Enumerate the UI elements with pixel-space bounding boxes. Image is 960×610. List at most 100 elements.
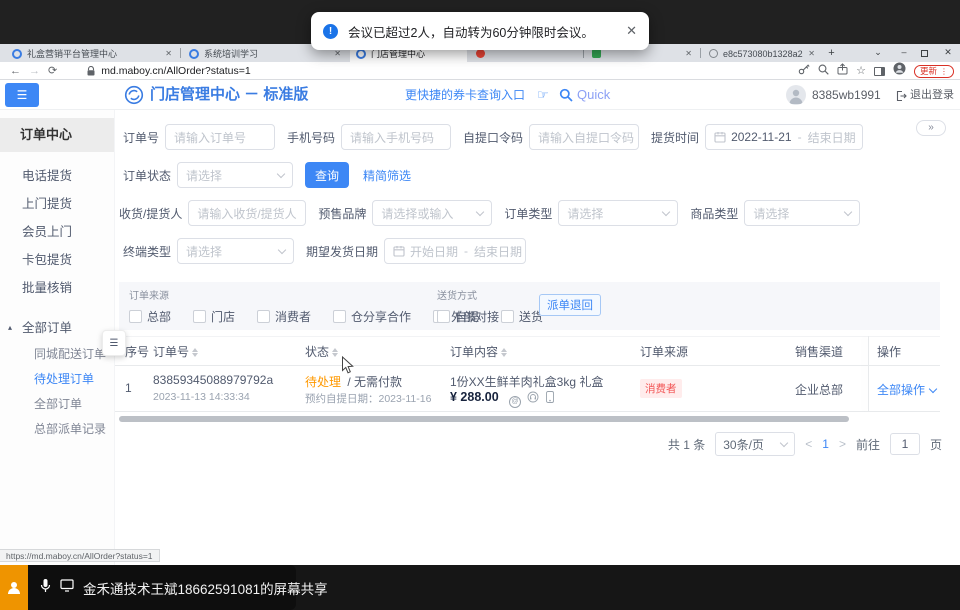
chrome-update-button[interactable]: 更新 ⋮ bbox=[914, 65, 954, 78]
row-action-dropdown[interactable]: 全部操作 bbox=[877, 381, 936, 398]
forward-icon[interactable]: → bbox=[29, 65, 40, 77]
sidebar-item-hq-dispatch-log[interactable]: 总部派单记录 bbox=[0, 417, 114, 442]
page-size-select[interactable]: 30条/页 bbox=[715, 432, 795, 456]
sidebar-collapse-handle[interactable]: ☰ bbox=[102, 330, 126, 356]
new-tab-button[interactable]: + bbox=[824, 46, 839, 61]
placeholder-text: 请输入订单号 bbox=[174, 129, 246, 146]
col-status[interactable]: 状态 bbox=[305, 337, 338, 367]
sort-icon[interactable] bbox=[332, 348, 338, 357]
side-panel-icon[interactable] bbox=[874, 67, 885, 76]
checkbox-source-store[interactable]: 门店 bbox=[193, 308, 235, 325]
dispatch-return-button[interactable]: 派单退回 bbox=[539, 294, 601, 316]
site-favicon bbox=[356, 49, 366, 59]
receiver-input[interactable]: 请输入收货/提货人 bbox=[188, 200, 306, 226]
tab-close-icon[interactable]: ✕ bbox=[808, 49, 815, 58]
username-text[interactable]: 8385wb1991 bbox=[812, 80, 881, 110]
checkbox-source-hq[interactable]: 总部 bbox=[129, 308, 171, 325]
tab-close-icon[interactable]: ✕ bbox=[165, 49, 172, 58]
sidebar-group-all-orders[interactable]: ▴ 全部订单 bbox=[0, 314, 114, 342]
checkbox-icon[interactable] bbox=[333, 310, 346, 323]
logout-button[interactable]: 退出登录 bbox=[910, 80, 954, 110]
page-unit-label: 页 bbox=[930, 436, 942, 453]
meeting-toast: ! 会议已超过2人，自动转为60分钟限时会议。 ✕ bbox=[311, 12, 649, 50]
current-page[interactable]: 1 bbox=[822, 437, 829, 451]
quick-label[interactable]: Quick bbox=[577, 80, 610, 110]
menu-toggle-button[interactable]: ☰ bbox=[5, 83, 39, 107]
checkbox-icon[interactable] bbox=[437, 310, 450, 323]
key-icon[interactable] bbox=[798, 62, 810, 80]
window-minimize-button[interactable]: – bbox=[894, 44, 914, 62]
checkbox-icon[interactable] bbox=[257, 310, 270, 323]
reload-icon[interactable]: ⟳ bbox=[48, 64, 57, 77]
goods-type-select[interactable]: 请选择 bbox=[744, 200, 860, 226]
pickup-time-range-input[interactable]: 2022-11-21 - 结束日期 bbox=[705, 124, 863, 150]
col-source: 订单来源 bbox=[640, 337, 688, 367]
user-avatar[interactable] bbox=[786, 85, 806, 105]
horizontal-scrollbar[interactable] bbox=[119, 416, 849, 422]
sidebar-item-city-delivery[interactable]: 同城配送订单 bbox=[0, 342, 114, 367]
sort-icon[interactable] bbox=[501, 348, 507, 357]
zoom-icon[interactable] bbox=[818, 62, 829, 80]
next-page-icon[interactable]: > bbox=[839, 437, 846, 451]
toast-close-icon[interactable]: ✕ bbox=[626, 23, 637, 39]
sidebar-item-phone-pickup[interactable]: 电话提货 bbox=[0, 162, 114, 190]
lock-icon[interactable] bbox=[87, 66, 95, 76]
browser-tab-6[interactable]: e8c573080b1328a258fd2e6 ✕ bbox=[703, 45, 821, 62]
checkbox-icon[interactable] bbox=[501, 310, 514, 323]
logout-icon[interactable] bbox=[895, 89, 907, 107]
col-order-no[interactable]: 订单号 bbox=[153, 337, 198, 367]
sidebar-item-pending-orders[interactable]: 待处理订单 bbox=[0, 367, 114, 392]
order-type-select[interactable]: 请选择 bbox=[558, 200, 678, 226]
share-icon[interactable] bbox=[837, 62, 848, 80]
quick-entry-link[interactable]: 更快捷的券卡查询入口 bbox=[405, 80, 525, 110]
checkbox-source-warehouse-share[interactable]: 仓分享合作 bbox=[333, 308, 411, 325]
sidebar-item-door-pickup[interactable]: 上门提货 bbox=[0, 190, 114, 218]
sort-icon[interactable] bbox=[192, 348, 198, 357]
bookmark-star-icon[interactable]: ☆ bbox=[856, 66, 866, 76]
url-text[interactable]: md.maboy.cn/AllOrder?status=1 bbox=[101, 65, 251, 77]
order-status-select[interactable]: 请选择 bbox=[177, 162, 293, 188]
participant-icon[interactable] bbox=[0, 565, 28, 610]
tab-close-icon[interactable]: ✕ bbox=[334, 49, 341, 58]
window-close-button[interactable]: ✕ bbox=[938, 44, 958, 62]
checkbox-source-consumer[interactable]: 消费者 bbox=[257, 308, 311, 325]
search-button[interactable]: 查询 bbox=[305, 162, 349, 188]
window-maximize-button[interactable] bbox=[921, 50, 928, 57]
pickup-code-input[interactable]: 请输入自提口令码 bbox=[529, 124, 639, 150]
chevron-down-icon bbox=[929, 384, 937, 392]
sidebar-item-card-pickup[interactable]: 卡包提货 bbox=[0, 246, 114, 274]
end-date-placeholder: 结束日期 bbox=[808, 129, 856, 146]
sidebar-item-batch-verify[interactable]: 批量核销 bbox=[0, 274, 114, 302]
back-icon[interactable]: ← bbox=[10, 65, 21, 77]
share-status-pill: 金禾通技术王斌18662591081的屏幕共享 bbox=[28, 565, 296, 610]
browser-tab-1[interactable]: 礼盒营销平台管理中心 ✕ bbox=[6, 45, 178, 62]
order-table-row[interactable]: 1 83859345088979792a 2023-11-13 14:33:34… bbox=[115, 366, 940, 412]
checkbox-delivery-selfpickup[interactable]: 自提 bbox=[437, 308, 479, 325]
quick-search-icon[interactable] bbox=[559, 88, 573, 107]
simple-filter-link[interactable]: 精简筛选 bbox=[363, 167, 411, 184]
sidebar-item-member-visit[interactable]: 会员上门 bbox=[0, 218, 114, 246]
checkbox-label: 门店 bbox=[211, 308, 235, 325]
checkbox-icon[interactable] bbox=[193, 310, 206, 323]
tab-search-chevron-icon[interactable]: ⌄ bbox=[868, 44, 888, 62]
phone-input[interactable]: 请输入手机号码 bbox=[341, 124, 451, 150]
browser-toolbar: ← → ⟳ md.maboy.cn/AllOrder?status=1 ☆ 更新… bbox=[0, 62, 960, 80]
prev-page-icon[interactable]: < bbox=[805, 437, 812, 451]
filter-collapse-button[interactable]: » bbox=[916, 120, 946, 136]
checkbox-delivery-deliver[interactable]: 送货 bbox=[501, 308, 543, 325]
goto-page-input[interactable]: 1 bbox=[890, 433, 920, 455]
brand-select[interactable]: 请选择或输入 bbox=[372, 200, 492, 226]
microphone-icon[interactable] bbox=[40, 578, 51, 598]
checkbox-label: 消费者 bbox=[275, 308, 311, 325]
expect-date-range-input[interactable]: 开始日期 - 结束日期 bbox=[384, 238, 526, 264]
update-label: 更新 bbox=[920, 65, 937, 77]
row-index: 1 bbox=[125, 381, 132, 395]
sidebar-item-all-orders[interactable]: 全部订单 bbox=[0, 392, 114, 417]
checkbox-icon[interactable] bbox=[129, 310, 142, 323]
terminal-type-select[interactable]: 请选择 bbox=[177, 238, 294, 264]
col-content[interactable]: 订单内容 bbox=[450, 337, 507, 367]
delivery-method-label: 送货方式 bbox=[437, 287, 543, 302]
tab-close-icon[interactable]: ✕ bbox=[685, 49, 692, 58]
order-no-input[interactable]: 请输入订单号 bbox=[165, 124, 275, 150]
profile-avatar-icon[interactable] bbox=[893, 62, 906, 80]
